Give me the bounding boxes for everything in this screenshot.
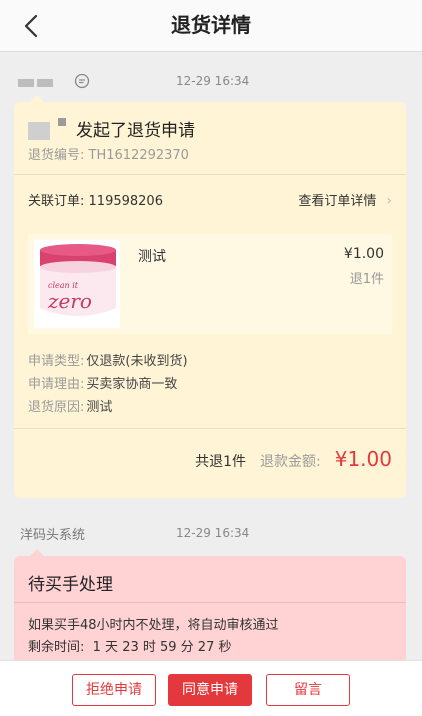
view-order-link[interactable]: 查看订单详情 › (298, 190, 392, 209)
product-quantity: 退1件 (349, 272, 384, 287)
system-sender: 洋码头系统 (20, 528, 86, 543)
message-meta: 12-29 16:34 (18, 72, 278, 92)
total-count: 共退1件 (195, 454, 247, 470)
product-price: ¥1.00 (343, 246, 384, 262)
return-reason-label: 退货原因: (28, 400, 85, 415)
refund-amount: ¥1.00 (334, 447, 392, 471)
action-text: 发起了退货申请 (76, 121, 195, 141)
apply-type: 申请类型: 仅退款(未收到货) (28, 350, 188, 369)
return-reason: 退货原因: 测试 (28, 396, 112, 415)
pending-title: 待买手处理 (28, 575, 113, 595)
remaining-time: 剩余时间: 1 天 23 时 59 分 27 秒 (28, 636, 231, 655)
product-name: 测试 (138, 249, 166, 265)
blurred-sender (18, 78, 34, 87)
return-number-label: 退货编号: (28, 148, 85, 163)
view-order-label: 查看订单详情 (298, 194, 377, 209)
return-number: 退货编号: TH1612292370 (28, 144, 189, 163)
product-item[interactable]: clean it zero 测试 ¥1.00 退1件 (28, 234, 392, 334)
pending-status-card: 待买手处理 如果买手48小时内不处理，将自动审核通过 剩余时间: 1 天 23 … (14, 549, 406, 666)
system-message-time: 12-29 16:34 (176, 526, 250, 540)
blurred-username-2 (58, 118, 66, 126)
product-image: clean it zero (34, 240, 120, 328)
order-number: 119598206 (88, 194, 163, 209)
back-button[interactable] (14, 8, 50, 44)
apply-type-label: 申请类型: (28, 354, 85, 369)
apply-reason: 申请理由: 买卖家协商一致 (28, 373, 177, 392)
page-title: 退货详情 (171, 13, 251, 37)
refund-summary: 共退1件 退款金额: ¥1.00 (195, 444, 392, 474)
apply-reason-label: 申请理由: (28, 377, 85, 392)
return-reason-value: 测试 (86, 400, 113, 415)
svg-text:zero: zero (47, 289, 92, 313)
nav-bar: 退货详情 (0, 0, 422, 52)
apply-reason-value: 买卖家协商一致 (86, 377, 178, 392)
reject-button[interactable]: 拒绝申请 (72, 674, 156, 706)
remaining-time-value: 1 天 23 时 59 分 27 秒 (92, 640, 232, 655)
blurred-sender-2 (37, 78, 53, 87)
chevron-left-icon (24, 14, 38, 38)
return-request-card: 发起了退货申请 退货编号: TH1612292370 关联订单: 1195982… (14, 95, 406, 498)
agree-button[interactable]: 同意申请 (168, 674, 252, 706)
refund-label: 退款金额: (260, 454, 321, 470)
message-button[interactable]: 留言 (266, 674, 350, 706)
chat-bubble-icon[interactable] (74, 73, 90, 89)
order-label: 关联订单: (28, 194, 85, 209)
remaining-time-label: 剩余时间: (28, 640, 85, 655)
action-bar: 拒绝申请 同意申请 留言 (0, 660, 422, 716)
auto-approve-note: 如果买手48小时内不处理，将自动审核通过 (28, 618, 279, 633)
apply-type-value: 仅退款(未收到货) (86, 354, 188, 369)
return-number-value: TH1612292370 (88, 148, 189, 163)
blurred-username (28, 122, 50, 140)
chevron-right-icon: › (386, 193, 392, 209)
initiator-line: 发起了退货申请 (28, 116, 195, 141)
message-time: 12-29 16:34 (176, 74, 250, 88)
related-order-row[interactable]: 关联订单: 119598206 查看订单详情 › (28, 190, 392, 210)
